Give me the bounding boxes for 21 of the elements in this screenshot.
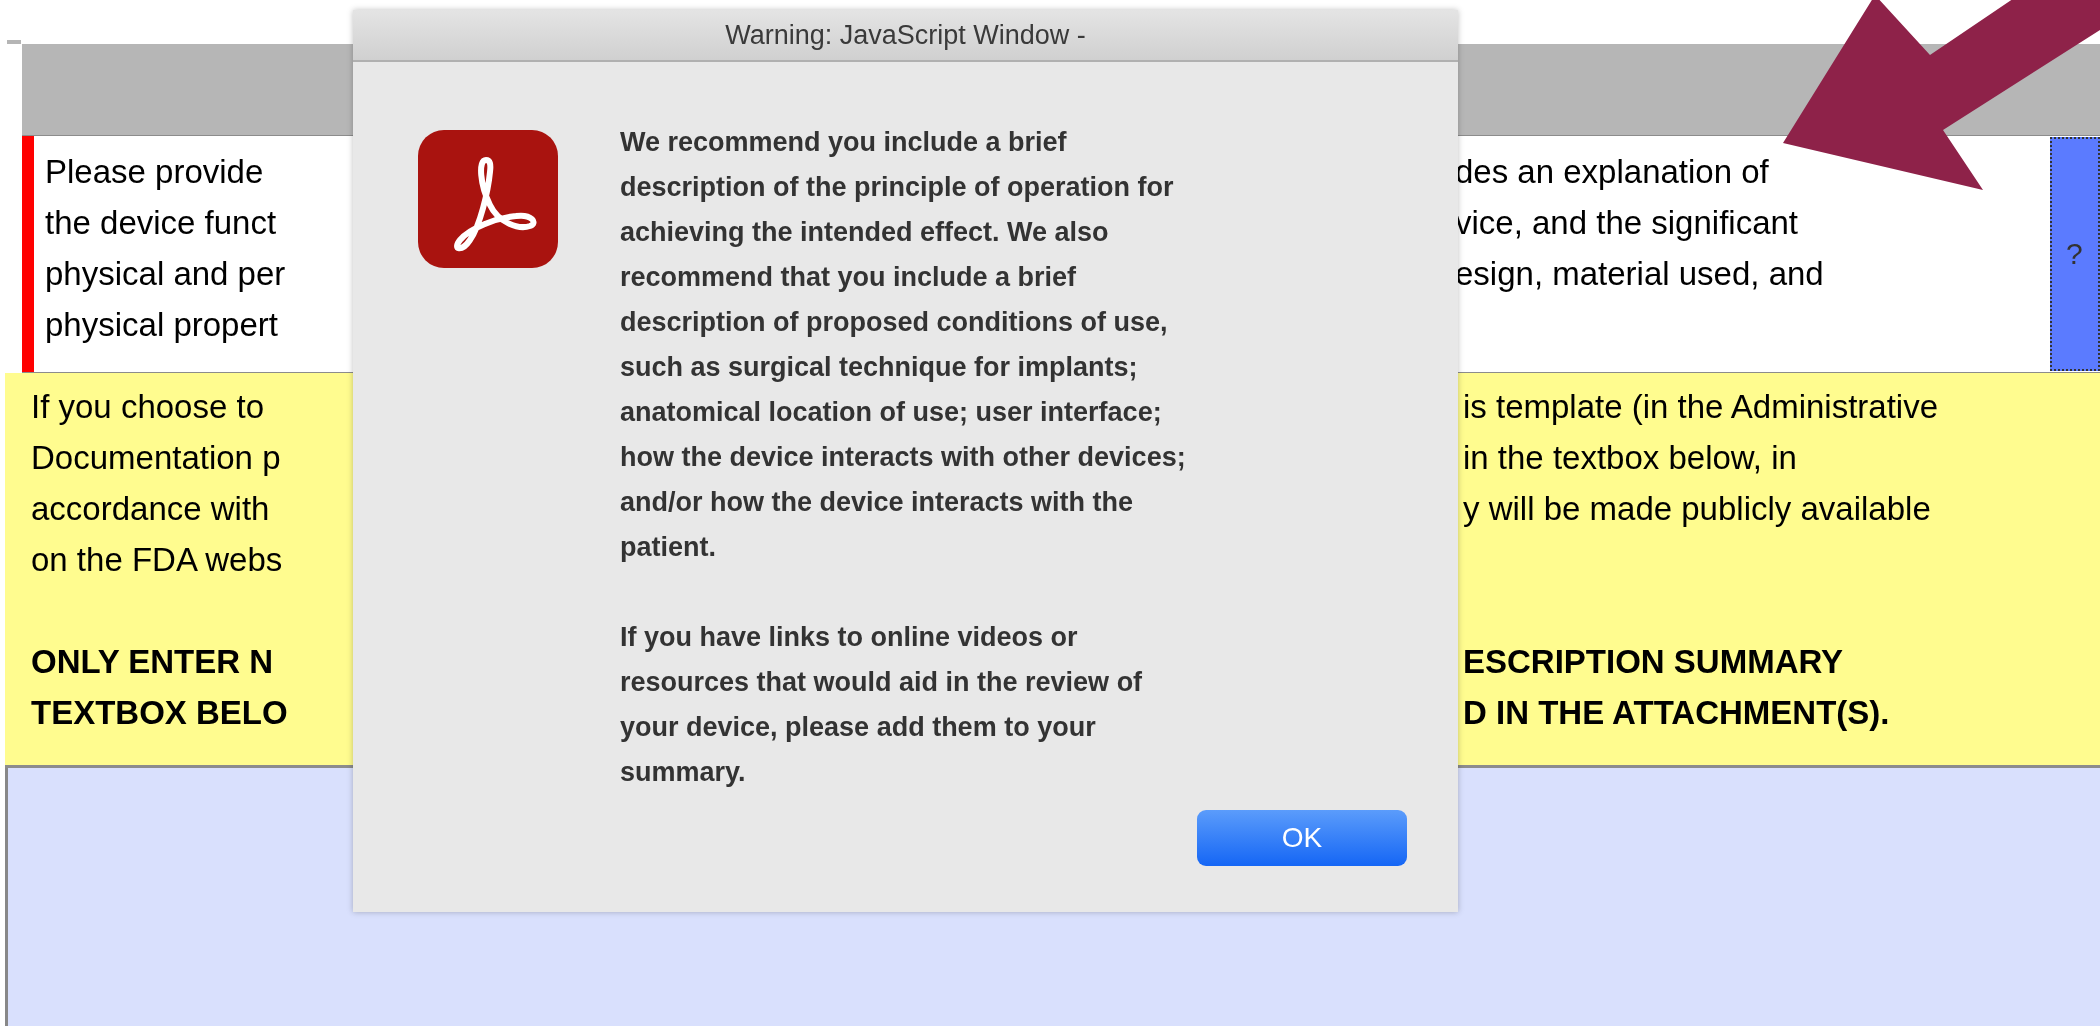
warning-text: ONLY ENTER N [31, 642, 274, 682]
notice-text: Documentation p [31, 438, 281, 478]
notice-text: accordance with [31, 489, 270, 529]
dialog-message: If you have links to online videos or resources that would aid in the review of your device, please add them to your summary. [620, 621, 1143, 789]
description-text: physical propert [45, 305, 278, 345]
warning-text: ESCRIPTION SUMMARY [1463, 642, 1844, 682]
description-text: Please provide [45, 152, 264, 192]
notice-text: y will be made publicly available [1463, 489, 1931, 529]
warning-text: TEXTBOX BELO [31, 693, 288, 733]
description-text: esign, material used, and [1455, 254, 1824, 294]
dialog-title: Warning: JavaScript Window - [353, 10, 1458, 62]
description-text: the device funct [45, 203, 277, 243]
notice-text: in the textbox below, in [1463, 438, 1797, 478]
notice-text: is template (in the Administrative [1463, 387, 1939, 427]
description-text: des an explanation of [1455, 152, 1769, 192]
notice-text: on the FDA webs [31, 540, 283, 580]
description-text: physical and per [45, 254, 286, 294]
dialog-message: We recommend you include a brief description of the principle of operation for achieving the intended effect. We also recommend that you include a brief description of proposed conditions of use, such as surgical technique for implants; anatomical location of use; user interface; how the device interacts with other devices; and/or how the device interacts with the patient. [620, 126, 1186, 564]
notice-text: If you choose to [31, 387, 264, 427]
warning-text: D IN THE ATTACHMENT(S). [1463, 693, 1890, 733]
description-text: vice, and the significant [1455, 203, 1799, 243]
